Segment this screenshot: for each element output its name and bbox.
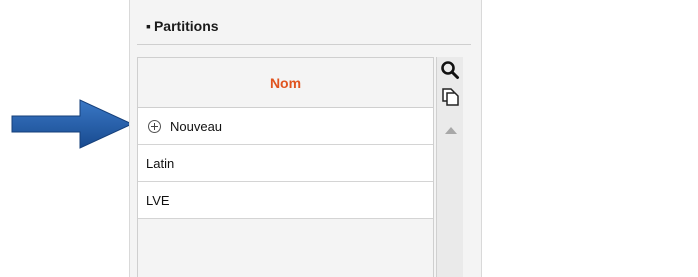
section-title: ▪ Partitions [146, 18, 219, 34]
title-divider [137, 44, 471, 45]
table-toolbar [436, 57, 463, 277]
column-header-label: Nom [269, 74, 302, 91]
table-row[interactable]: LVE [138, 182, 433, 219]
title-bullet: ▪ [146, 18, 151, 34]
section-title-text: Partitions [153, 18, 219, 34]
new-row[interactable]: Nouveau [138, 108, 433, 145]
search-icon[interactable] [440, 60, 460, 80]
new-row-label: Nouveau [170, 118, 223, 134]
partitions-table: Nom Nouveau Latin LVE [137, 57, 434, 277]
row-label: Latin [146, 155, 175, 171]
pointer-arrow [11, 99, 134, 149]
row-label: LVE [146, 192, 170, 208]
copy-icon[interactable] [440, 86, 460, 106]
column-header-nom[interactable]: Nom [138, 58, 433, 108]
plus-circle-icon[interactable] [148, 119, 161, 133]
scroll-up-icon[interactable] [445, 127, 457, 134]
table-row[interactable]: Latin [138, 145, 433, 182]
